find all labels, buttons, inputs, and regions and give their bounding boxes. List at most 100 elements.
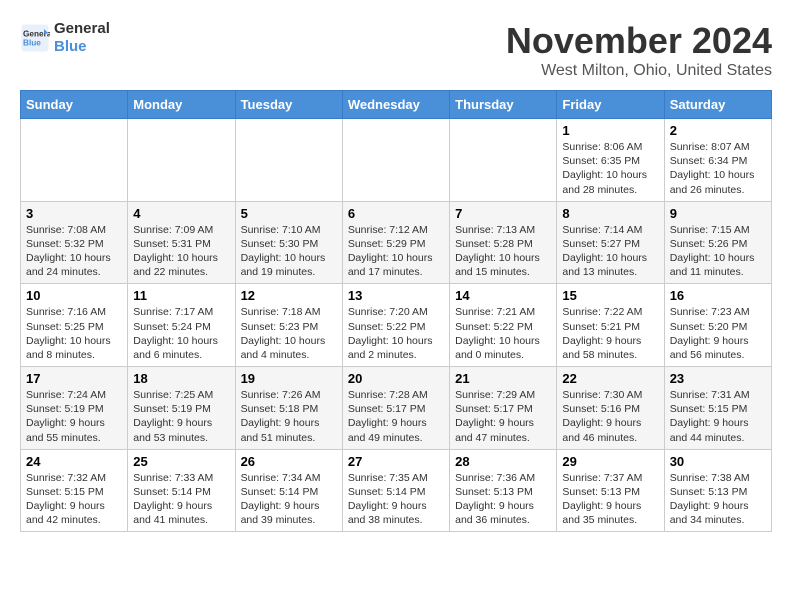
day-info: Sunrise: 7:13 AMSunset: 5:28 PMDaylight:…: [455, 223, 551, 280]
logo-blue: Blue: [54, 38, 87, 55]
day-number: 29: [562, 454, 658, 469]
day-cell: 9Sunrise: 7:15 AMSunset: 5:26 PMDaylight…: [664, 201, 771, 284]
day-info: Sunrise: 7:35 AMSunset: 5:14 PMDaylight:…: [348, 471, 444, 528]
day-number: 19: [241, 371, 337, 386]
day-info: Sunrise: 7:30 AMSunset: 5:16 PMDaylight:…: [562, 388, 658, 445]
day-cell: 22Sunrise: 7:30 AMSunset: 5:16 PMDayligh…: [557, 367, 664, 450]
day-info: Sunrise: 7:36 AMSunset: 5:13 PMDaylight:…: [455, 471, 551, 528]
day-cell: 12 Sunrise: 7:18 AMSunset: 5:23 PMDayligh…: [235, 284, 342, 367]
day-info: Sunrise: 7:33 AMSunset: 5:14 PMDaylight:…: [133, 471, 229, 528]
week-row-3: 10 Sunrise: 7:16 AMSunset: 5:25 PMDayligh…: [21, 284, 772, 367]
day-info: Sunrise: 7:26 AMSunset: 5:18 PMDaylight:…: [241, 388, 337, 445]
day-number: 24: [26, 454, 122, 469]
day-cell: 30 Sunrise: 7:38 AMSunset: 5:13 PMDayligh…: [664, 449, 771, 532]
day-cell: [21, 119, 128, 202]
logo-icon: General Blue: [20, 23, 50, 53]
week-row-1: 1 Sunrise: 8:06 AMSunset: 6:35 PMDaylight…: [21, 119, 772, 202]
day-info: Sunrise: 7:08 AMSunset: 5:32 PMDaylight:…: [26, 223, 122, 280]
day-cell: 10 Sunrise: 7:16 AMSunset: 5:25 PMDayligh…: [21, 284, 128, 367]
day-number: 10: [26, 288, 122, 303]
day-cell: 5Sunrise: 7:10 AMSunset: 5:30 PMDaylight…: [235, 201, 342, 284]
day-number: 2: [670, 123, 766, 138]
weekday-header-thursday: Thursday: [450, 91, 557, 119]
week-row-4: 17 Sunrise: 7:24 AMSunset: 5:19 PMDayligh…: [21, 367, 772, 450]
day-number: 15: [562, 288, 658, 303]
day-cell: [128, 119, 235, 202]
day-cell: 8 Sunrise: 7:14 AMSunset: 5:27 PMDaylight…: [557, 201, 664, 284]
day-cell: 23Sunrise: 7:31 AMSunset: 5:15 PMDayligh…: [664, 367, 771, 450]
day-number: 25: [133, 454, 229, 469]
day-number: 28: [455, 454, 551, 469]
day-info: Sunrise: 7:23 AMSunset: 5:20 PMDaylight:…: [670, 305, 766, 362]
title-block: November 2024 West Milton, Ohio, United …: [506, 20, 772, 80]
day-cell: 26 Sunrise: 7:34 AMSunset: 5:14 PMDayligh…: [235, 449, 342, 532]
day-cell: 16 Sunrise: 7:23 AMSunset: 5:20 PMDayligh…: [664, 284, 771, 367]
day-info: Sunrise: 7:32 AMSunset: 5:15 PMDaylight:…: [26, 471, 122, 528]
day-cell: [235, 119, 342, 202]
day-number: 4: [133, 206, 229, 221]
day-cell: 18Sunrise: 7:25 AMSunset: 5:19 PMDayligh…: [128, 367, 235, 450]
day-info: Sunrise: 7:20 AMSunset: 5:22 PMDaylight:…: [348, 305, 444, 362]
day-number: 16: [670, 288, 766, 303]
day-number: 17: [26, 371, 122, 386]
day-cell: [450, 119, 557, 202]
day-info: Sunrise: 7:14 AMSunset: 5:27 PMDaylight:…: [562, 223, 658, 280]
svg-text:Blue: Blue: [23, 39, 41, 48]
day-number: 13: [348, 288, 444, 303]
day-number: 20: [348, 371, 444, 386]
day-number: 14: [455, 288, 551, 303]
day-info: Sunrise: 7:18 AMSunset: 5:23 PMDaylight:…: [241, 305, 337, 362]
day-cell: 17 Sunrise: 7:24 AMSunset: 5:19 PMDayligh…: [21, 367, 128, 450]
day-info: Sunrise: 7:37 AMSunset: 5:13 PMDaylight:…: [562, 471, 658, 528]
day-info: Sunrise: 7:29 AMSunset: 5:17 PMDaylight:…: [455, 388, 551, 445]
day-number: 27: [348, 454, 444, 469]
day-info: Sunrise: 7:34 AMSunset: 5:14 PMDaylight:…: [241, 471, 337, 528]
day-cell: 14 Sunrise: 7:21 AMSunset: 5:22 PMDayligh…: [450, 284, 557, 367]
day-info: Sunrise: 8:06 AMSunset: 6:35 PMDaylight:…: [562, 140, 658, 197]
logo: General Blue General Blue: [20, 20, 110, 56]
day-info: Sunrise: 7:12 AMSunset: 5:29 PMDaylight:…: [348, 223, 444, 280]
day-cell: 2Sunrise: 8:07 AMSunset: 6:34 PMDaylight…: [664, 119, 771, 202]
page-header: General Blue General Blue November 2024 …: [20, 20, 772, 80]
day-info: Sunrise: 7:16 AMSunset: 5:25 PMDaylight:…: [26, 305, 122, 362]
day-info: Sunrise: 7:28 AMSunset: 5:17 PMDaylight:…: [348, 388, 444, 445]
day-cell: 13 Sunrise: 7:20 AMSunset: 5:22 PMDayligh…: [342, 284, 449, 367]
svg-text:General: General: [23, 30, 50, 39]
day-cell: 27 Sunrise: 7:35 AMSunset: 5:14 PMDayligh…: [342, 449, 449, 532]
day-cell: 20 Sunrise: 7:28 AMSunset: 5:17 PMDayligh…: [342, 367, 449, 450]
day-cell: 15 Sunrise: 7:22 AMSunset: 5:21 PMDayligh…: [557, 284, 664, 367]
day-info: Sunrise: 7:21 AMSunset: 5:22 PMDaylight:…: [455, 305, 551, 362]
week-row-2: 3Sunrise: 7:08 AMSunset: 5:32 PMDaylight…: [21, 201, 772, 284]
day-info: Sunrise: 7:24 AMSunset: 5:19 PMDaylight:…: [26, 388, 122, 445]
day-number: 30: [670, 454, 766, 469]
weekday-header-tuesday: Tuesday: [235, 91, 342, 119]
day-number: 5: [241, 206, 337, 221]
weekday-header-sunday: Sunday: [21, 91, 128, 119]
calendar-table: SundayMondayTuesdayWednesdayThursdayFrid…: [20, 90, 772, 532]
weekday-header-row: SundayMondayTuesdayWednesdayThursdayFrid…: [21, 91, 772, 119]
day-number: 26: [241, 454, 337, 469]
day-number: 12: [241, 288, 337, 303]
weekday-header-saturday: Saturday: [664, 91, 771, 119]
day-info: Sunrise: 7:38 AMSunset: 5:13 PMDaylight:…: [670, 471, 766, 528]
day-cell: 25 Sunrise: 7:33 AMSunset: 5:14 PMDayligh…: [128, 449, 235, 532]
day-number: 21: [455, 371, 551, 386]
day-cell: [342, 119, 449, 202]
week-row-5: 24 Sunrise: 7:32 AMSunset: 5:15 PMDayligh…: [21, 449, 772, 532]
day-number: 8: [562, 206, 658, 221]
month-title: November 2024: [506, 20, 772, 62]
day-cell: 4 Sunrise: 7:09 AMSunset: 5:31 PMDaylight…: [128, 201, 235, 284]
day-cell: 1 Sunrise: 8:06 AMSunset: 6:35 PMDaylight…: [557, 119, 664, 202]
day-number: 7: [455, 206, 551, 221]
day-cell: 3Sunrise: 7:08 AMSunset: 5:32 PMDaylight…: [21, 201, 128, 284]
day-cell: 19 Sunrise: 7:26 AMSunset: 5:18 PMDayligh…: [235, 367, 342, 450]
day-cell: 7 Sunrise: 7:13 AMSunset: 5:28 PMDaylight…: [450, 201, 557, 284]
day-cell: 24 Sunrise: 7:32 AMSunset: 5:15 PMDayligh…: [21, 449, 128, 532]
day-number: 11: [133, 288, 229, 303]
day-number: 9: [670, 206, 766, 221]
day-cell: 29 Sunrise: 7:37 AMSunset: 5:13 PMDayligh…: [557, 449, 664, 532]
day-info: Sunrise: 7:09 AMSunset: 5:31 PMDaylight:…: [133, 223, 229, 280]
day-info: Sunrise: 7:22 AMSunset: 5:21 PMDaylight:…: [562, 305, 658, 362]
day-number: 23: [670, 371, 766, 386]
day-number: 1: [562, 123, 658, 138]
